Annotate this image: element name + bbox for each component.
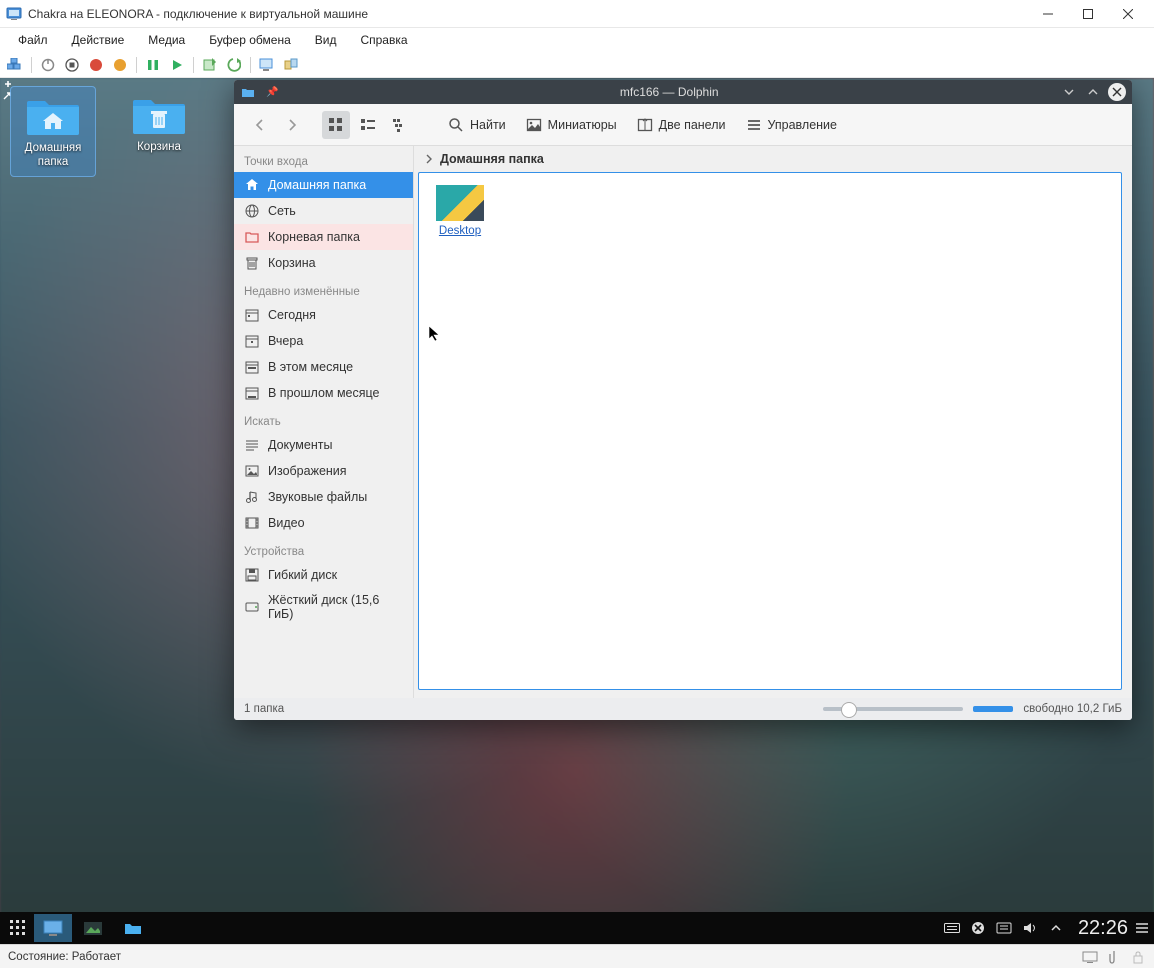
sidebar-item-root[interactable]: Корневая папка xyxy=(234,224,413,250)
places-heading: Точки входа xyxy=(234,146,413,172)
task-image-viewer[interactable] xyxy=(74,914,112,942)
dolphin-titlebar[interactable]: 📌 mfc166 — Dolphin xyxy=(234,80,1132,104)
recent-heading: Недавно изменённые xyxy=(234,276,413,302)
dolphin-statusbar: 1 папка свободно 10,2 ГиБ xyxy=(234,698,1132,720)
sidebar-item-hdd[interactable]: Жёсткий диск (15,6 ГиБ) xyxy=(234,588,413,626)
host-window-title: Chakra на ELEONORA - подключение к вирту… xyxy=(28,7,1028,21)
enhanced-session-button[interactable] xyxy=(256,55,278,75)
sidebar-item-video[interactable]: Видео xyxy=(234,510,413,536)
dolphin-maximize-button[interactable] xyxy=(1084,83,1102,101)
menu-help[interactable]: Справка xyxy=(350,31,417,49)
menu-file[interactable]: Файл xyxy=(8,31,58,49)
search-heading: Искать xyxy=(234,406,413,432)
menu-media[interactable]: Медиа xyxy=(138,31,195,49)
vm-icon xyxy=(6,6,22,22)
sidebar-item-floppy[interactable]: Гибкий диск xyxy=(234,562,413,588)
power-button[interactable] xyxy=(37,55,59,75)
breadcrumb-segment[interactable]: Домашняя папка xyxy=(440,152,544,166)
file-view[interactable]: Desktop xyxy=(418,172,1122,690)
guest-panel: 22:26 xyxy=(0,912,1154,944)
expand-tray-icon[interactable] xyxy=(1048,920,1064,936)
view-compact-button[interactable] xyxy=(354,111,382,139)
checkpoint-button[interactable] xyxy=(199,55,221,75)
dolphin-app-icon xyxy=(240,84,256,100)
view-details-button[interactable] xyxy=(386,111,414,139)
sidebar-item-trash[interactable]: Корзина xyxy=(234,250,413,276)
dolphin-toolbar: Найти Миниатюры Две панели Управление xyxy=(234,104,1132,146)
menu-clipboard[interactable]: Буфер обмена xyxy=(199,31,301,49)
task-dolphin[interactable] xyxy=(114,914,152,942)
desktop-icon-home[interactable]: Домашняя папка xyxy=(10,86,96,177)
menu-action[interactable]: Действие xyxy=(62,31,135,49)
find-button[interactable]: Найти xyxy=(440,113,514,137)
app-launcher-button[interactable] xyxy=(4,914,32,942)
preview-button[interactable]: Миниатюры xyxy=(518,113,625,137)
pin-icon[interactable]: 📌 xyxy=(266,87,278,98)
attachment-indicator-icon xyxy=(1106,950,1122,964)
sidebar-item-yesterday[interactable]: Вчера xyxy=(234,328,413,354)
dolphin-minimize-button[interactable] xyxy=(1060,83,1078,101)
sidebar-item-this-month[interactable]: В этом месяце xyxy=(234,354,413,380)
display-indicator-icon xyxy=(1082,950,1098,964)
ctrl-alt-del-button[interactable] xyxy=(4,55,26,75)
split-button[interactable]: Две панели xyxy=(629,113,734,137)
panel-clock[interactable]: 22:26 xyxy=(1078,917,1128,940)
dolphin-window: 📌 mfc166 — Dolphin Найти Миниатюры Две п… xyxy=(234,80,1132,720)
dolphin-close-button[interactable] xyxy=(1108,83,1126,101)
free-space: свободно 10,2 ГиБ xyxy=(1023,703,1122,715)
desktop-icon-trash-label: Корзина xyxy=(137,140,181,154)
task-desktop[interactable] xyxy=(34,914,72,942)
host-statusbar: Состояние: Работает xyxy=(0,944,1154,968)
sidebar-item-images[interactable]: Изображения xyxy=(234,458,413,484)
start-button[interactable] xyxy=(166,55,188,75)
file-label: Desktop xyxy=(439,225,481,237)
chevron-right-icon xyxy=(424,154,434,164)
status-label: Состояние: xyxy=(8,951,69,963)
dolphin-title: mfc166 — Dolphin xyxy=(278,85,1060,99)
host-maximize-button[interactable] xyxy=(1068,0,1108,28)
host-toolbar xyxy=(0,52,1154,78)
view-icons-button[interactable] xyxy=(322,111,350,139)
control-button[interactable]: Управление xyxy=(738,113,846,137)
zoom-slider[interactable] xyxy=(823,707,963,711)
stop-button[interactable] xyxy=(61,55,83,75)
desktop-thumb-icon xyxy=(436,185,484,221)
forward-button[interactable] xyxy=(278,111,306,139)
item-count: 1 папка xyxy=(244,703,284,715)
shutdown-button[interactable] xyxy=(85,55,107,75)
sidebar-item-home[interactable]: Домашняя папка xyxy=(234,172,413,198)
dolphin-sidebar: Точки входа Домашняя папка Сеть Корневая… xyxy=(234,146,414,698)
volume-icon[interactable] xyxy=(1022,920,1038,936)
desktop-icon-trash[interactable]: Корзина xyxy=(116,86,202,177)
clipboard-tray-icon[interactable] xyxy=(996,920,1012,936)
share-button[interactable] xyxy=(280,55,302,75)
pause-button[interactable] xyxy=(142,55,164,75)
sidebar-item-documents[interactable]: Документы xyxy=(234,432,413,458)
host-close-button[interactable] xyxy=(1108,0,1148,28)
lock-indicator-icon xyxy=(1130,950,1146,964)
guest-desktop[interactable]: Домашняя папка Корзина 📌 mfc166 — Dolphi… xyxy=(0,78,1154,944)
panel-menu-icon[interactable] xyxy=(1134,920,1150,936)
sidebar-item-last-month[interactable]: В прошлом месяце xyxy=(234,380,413,406)
desktop-icon-home-label: Домашняя папка xyxy=(13,141,93,170)
notification-close-icon[interactable] xyxy=(970,920,986,936)
status-value: Работает xyxy=(72,951,121,963)
devices-heading: Устройства xyxy=(234,536,413,562)
host-menubar: Файл Действие Медиа Буфер обмена Вид Спр… xyxy=(0,28,1154,52)
sidebar-item-network[interactable]: Сеть xyxy=(234,198,413,224)
breadcrumb[interactable]: Домашняя папка xyxy=(414,146,1132,172)
save-state-button[interactable] xyxy=(109,55,131,75)
host-minimize-button[interactable] xyxy=(1028,0,1068,28)
sidebar-item-audio[interactable]: Звуковые файлы xyxy=(234,484,413,510)
menu-view[interactable]: Вид xyxy=(305,31,347,49)
back-button[interactable] xyxy=(246,111,274,139)
disk-usage-bar xyxy=(973,706,1013,712)
file-desktop[interactable]: Desktop xyxy=(431,185,489,237)
keyboard-icon[interactable] xyxy=(944,920,960,936)
sidebar-item-today[interactable]: Сегодня xyxy=(234,302,413,328)
host-titlebar: Chakra на ELEONORA - подключение к вирту… xyxy=(0,0,1154,28)
revert-button[interactable] xyxy=(223,55,245,75)
